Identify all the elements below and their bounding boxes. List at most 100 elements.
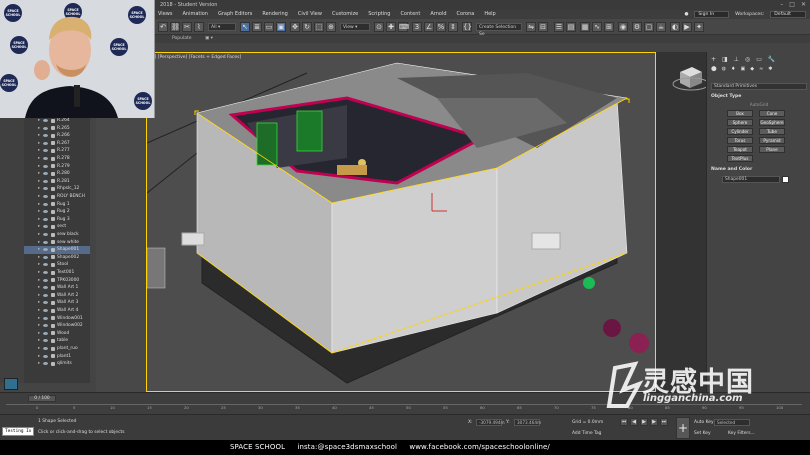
expand-arrow-icon[interactable]: ▸	[38, 284, 40, 292]
mirror-icon[interactable]: ⇋	[526, 22, 536, 32]
signin-dropdown[interactable]: Sign In	[694, 11, 730, 18]
set-key-button[interactable]: Set Key	[694, 431, 711, 436]
visibility-eye-icon[interactable]	[43, 271, 48, 274]
expand-arrow-icon[interactable]: ▸	[38, 178, 40, 186]
menu-scripting[interactable]: Scripting	[368, 10, 390, 19]
teapot-button[interactable]: Teapot	[727, 146, 753, 153]
visibility-eye-icon[interactable]	[43, 210, 48, 214]
torus-button[interactable]: Torus	[727, 137, 753, 144]
menu-corona[interactable]: Corona	[457, 10, 475, 19]
rotate-icon[interactable]: ↻	[302, 22, 312, 32]
visibility-eye-icon[interactable]	[43, 248, 48, 252]
prev-frame-icon[interactable]: ◀	[630, 418, 638, 426]
space-warps-icon[interactable]: ≈	[759, 66, 763, 72]
schematic-view-icon[interactable]: ⊞	[604, 22, 614, 32]
interactive-render-icon[interactable]: ▶	[682, 22, 692, 32]
reference-coord-dropdown[interactable]: View ▾	[340, 23, 370, 31]
explorer-row[interactable]: ▸ R.279	[24, 163, 90, 171]
select-by-name-icon[interactable]: ≣	[252, 22, 262, 32]
explorer-row[interactable]: ▸ Rug 3	[24, 216, 90, 224]
visibility-eye-icon[interactable]	[43, 255, 48, 259]
visibility-eye-icon[interactable]	[43, 157, 48, 160]
workspace-dropdown[interactable]: Default	[770, 11, 806, 18]
y-coordinate-field[interactable]: 3073.464m	[514, 419, 541, 426]
expand-arrow-icon[interactable]: ▸	[38, 337, 40, 345]
close-icon[interactable]: ✕	[801, 0, 806, 10]
explorer-row[interactable]: ▸ Rhpslc_12	[24, 185, 90, 193]
menu-customize[interactable]: Customize	[332, 10, 358, 19]
expand-arrow-icon[interactable]: ▸	[38, 163, 40, 171]
object-color-swatch[interactable]	[782, 176, 789, 183]
percent-snap-icon[interactable]: %	[436, 22, 446, 32]
box-button[interactable]: Box	[727, 110, 753, 117]
explorer-row[interactable]: ▸ Wall Art 3	[24, 299, 90, 307]
explorer-row[interactable]: ▸ R.267	[24, 140, 90, 148]
scale-icon[interactable]: ⬚	[314, 22, 324, 32]
explorer-row[interactable]: ▸ Shape001	[24, 246, 90, 254]
expand-arrow-icon[interactable]: ▸	[38, 208, 40, 216]
visibility-eye-icon[interactable]	[43, 240, 48, 244]
visibility-eye-icon[interactable]	[43, 347, 48, 350]
explorer-row[interactable]: ▸ R.265	[24, 125, 90, 133]
hierarchy-tab-icon[interactable]: ⊥	[734, 56, 739, 63]
create-tab-icon[interactable]: +	[711, 56, 716, 63]
expand-arrow-icon[interactable]: ▸	[38, 185, 40, 193]
explorer-row[interactable]: ▸ Stool	[24, 261, 90, 269]
explorer-row[interactable]: ▸ TPK03000	[24, 277, 90, 285]
motion-tab-icon[interactable]: ◎	[745, 56, 750, 63]
rect-selection-icon[interactable]: ▭	[264, 22, 274, 32]
unlink-icon[interactable]: ✂	[182, 22, 192, 32]
explorer-row[interactable]: ▸ ROLY BENCH	[24, 193, 90, 201]
maximize-icon[interactable]: □	[789, 0, 795, 10]
cameras-icon[interactable]: ▣	[740, 66, 745, 72]
set-key-plus-icon[interactable]: +	[676, 417, 690, 439]
cone-button[interactable]: Cone	[759, 110, 785, 117]
expand-arrow-icon[interactable]: ▸	[38, 246, 40, 254]
ribbon-toggle-icon[interactable]: ▣ ▾	[205, 36, 213, 41]
plane-button[interactable]: Plane	[759, 146, 785, 153]
go-to-end-icon[interactable]: ⏭	[660, 418, 668, 426]
expand-arrow-icon[interactable]: ▸	[38, 117, 40, 125]
menu-graph-editors[interactable]: Graph Editors	[218, 10, 252, 19]
expand-arrow-icon[interactable]: ▸	[38, 223, 40, 231]
explorer-row[interactable]: ▸ R.280	[24, 170, 90, 178]
menu-rendering[interactable]: Rendering	[262, 10, 288, 19]
menu-content[interactable]: Content	[400, 10, 420, 19]
visibility-eye-icon[interactable]	[43, 217, 48, 221]
explorer-row[interactable]: ▸ Wood	[24, 330, 90, 338]
render-setup-icon[interactable]: ⚙	[632, 22, 642, 32]
expand-arrow-icon[interactable]: ▸	[38, 307, 40, 315]
visibility-eye-icon[interactable]	[43, 309, 48, 312]
perspective-viewport[interactable]: [+] [Perspective] [Facets + Edged Faces]	[146, 52, 656, 392]
lights-icon[interactable]: ♦	[731, 66, 735, 72]
auto-key-button[interactable]: Auto Key	[694, 420, 714, 425]
window-crossing-icon[interactable]: ▣	[276, 22, 286, 32]
explorer-row[interactable]: ▸ Wall Art 1	[24, 284, 90, 292]
menu-animation[interactable]: Animation	[182, 10, 208, 19]
visibility-eye-icon[interactable]	[43, 134, 48, 138]
explorer-row[interactable]: ▸ R.281	[24, 178, 90, 186]
angle-snap-icon[interactable]: ∠	[424, 22, 434, 32]
snap-3-icon[interactable]: 3	[412, 22, 422, 32]
arnold-icon[interactable]: ✦	[694, 22, 704, 32]
viewport-label[interactable]: [+] [Perspective] [Facets + Edged Faces]	[149, 55, 241, 60]
add-time-tag[interactable]: Add Time Tag	[572, 431, 601, 436]
utilities-tab-icon[interactable]: 🔧	[768, 56, 775, 63]
object-type-title[interactable]: Object Type	[711, 94, 807, 99]
visibility-eye-icon[interactable]	[43, 278, 48, 282]
select-manipulate-icon[interactable]: ✚	[386, 22, 396, 32]
explorer-row[interactable]: ▸ Shape002	[24, 254, 90, 262]
curve-editor-icon[interactable]: ∿	[592, 22, 602, 32]
explorer-row[interactable]: ▸ R.278	[24, 155, 90, 163]
visibility-eye-icon[interactable]	[43, 119, 48, 122]
expand-arrow-icon[interactable]: ▸	[38, 299, 40, 307]
visibility-eye-icon[interactable]	[43, 324, 48, 328]
align-icon[interactable]: ⊟	[538, 22, 548, 32]
next-frame-icon[interactable]: ▶	[650, 418, 658, 426]
visibility-eye-icon[interactable]	[43, 164, 48, 168]
visibility-eye-icon[interactable]	[43, 225, 48, 229]
expand-arrow-icon[interactable]: ▸	[38, 201, 40, 209]
explorer-row[interactable]: ▸ Wall Art 2	[24, 292, 90, 300]
visibility-eye-icon[interactable]	[43, 172, 48, 176]
visibility-eye-icon[interactable]	[43, 316, 48, 320]
